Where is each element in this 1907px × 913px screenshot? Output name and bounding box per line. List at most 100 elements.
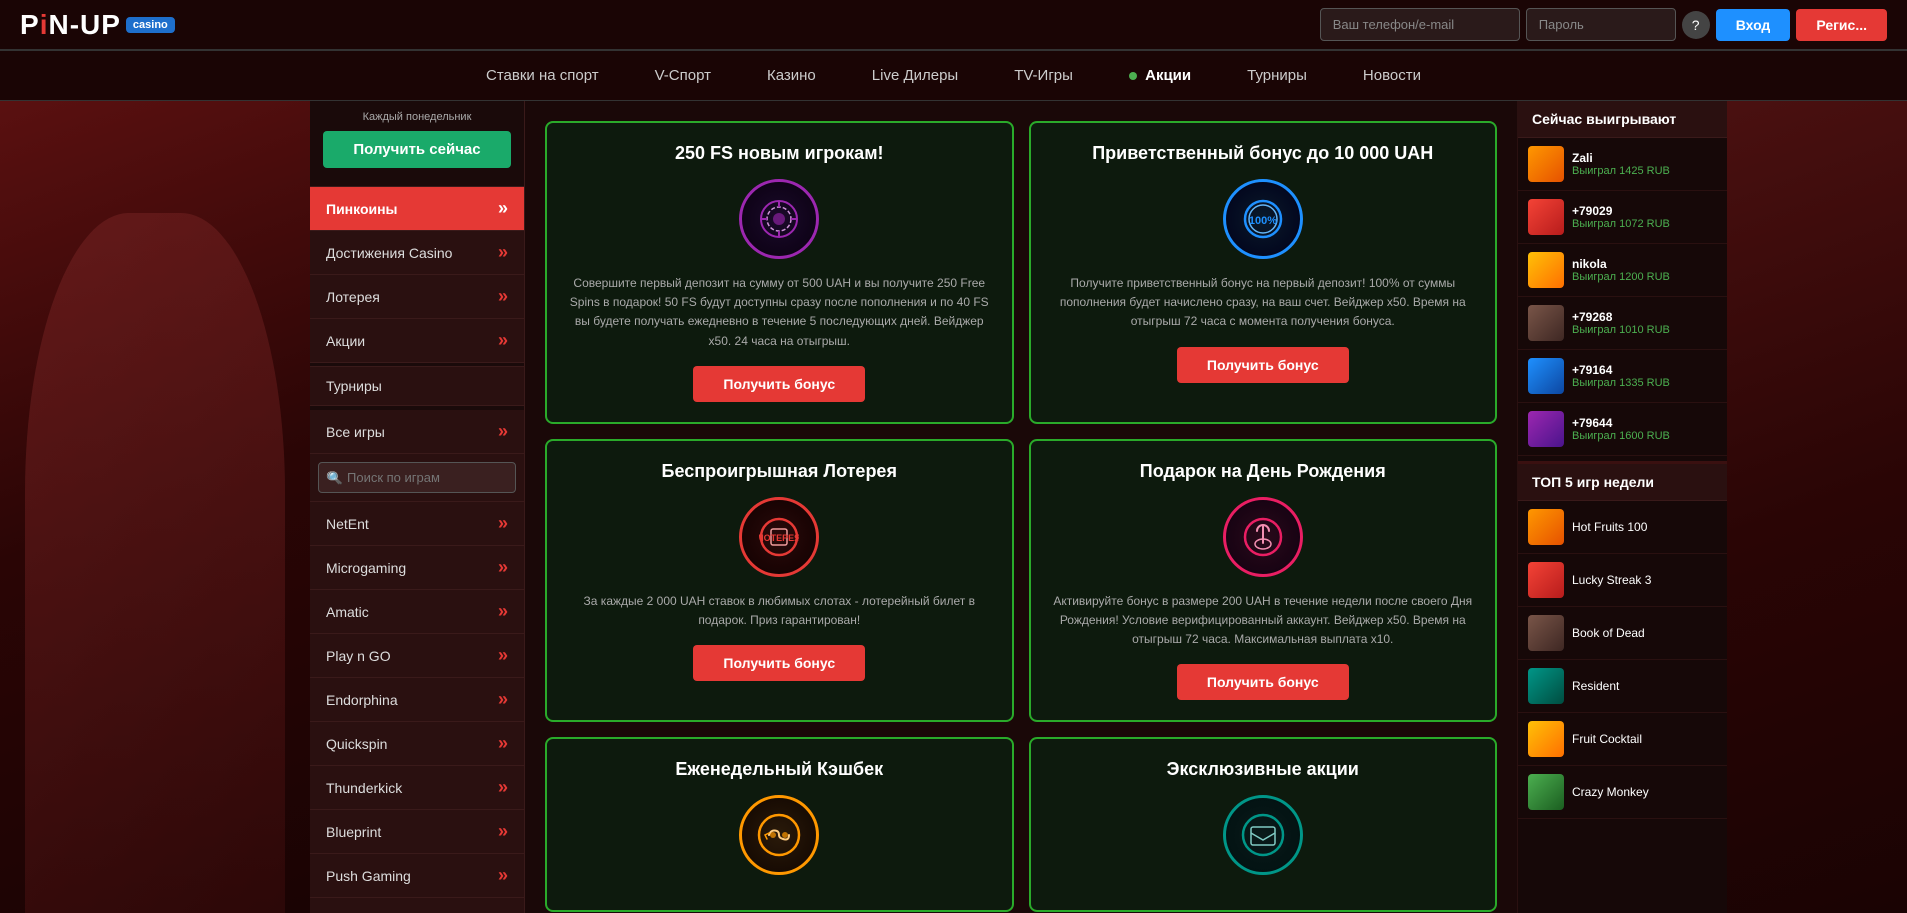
winner-amount-5: Выиграл 1600 RUB <box>1572 430 1717 442</box>
winner-item-3: +79268 Выиграл 1010 RUB <box>1518 297 1727 350</box>
top5-thumb-5 <box>1528 774 1564 810</box>
sidebar-item-tournaments[interactable]: Турниры <box>310 367 524 406</box>
sidebar-provider-amatic[interactable]: Amatic » <box>310 590 524 634</box>
header: PiN-UP casino ? Вход Регис... <box>0 0 1907 51</box>
top5-name-1: Lucky Streak 3 <box>1572 573 1651 587</box>
top5-name-3: Resident <box>1572 679 1619 693</box>
right-sidebar: Сейчас выигрывают Zali Выиграл 1425 RUB … <box>1517 101 1727 913</box>
chevron-icon: » <box>498 689 508 710</box>
winner-name-3: +79268 <box>1572 310 1717 324</box>
winners-title: Сейчас выигрывают <box>1518 101 1727 138</box>
top5-item-2[interactable]: Book of Dead <box>1518 607 1727 660</box>
winner-item-5: +79644 Выиграл 1600 RUB <box>1518 403 1727 456</box>
promo-card-exclusive: Эксклюзивные акции <box>1029 737 1498 912</box>
top5-name-2: Book of Dead <box>1572 626 1645 640</box>
winner-amount-2: Выиграл 1200 RUB <box>1572 271 1717 283</box>
header-auth: ? Вход Регис... <box>1320 8 1887 41</box>
sidebar-provider-endorphina[interactable]: Endorphina » <box>310 678 524 722</box>
sidebar-item-promo[interactable]: Акции » <box>310 319 524 363</box>
winner-amount-3: Выиграл 1010 RUB <box>1572 324 1717 336</box>
top5-item-4[interactable]: Fruit Cocktail <box>1518 713 1727 766</box>
get-bonus-button-lottery[interactable]: Получить бонус <box>693 645 865 681</box>
get-now-button[interactable]: Получить сейчас <box>323 131 510 168</box>
sidebar-provider-pushgaming[interactable]: Push Gaming » <box>310 854 524 898</box>
sidebar-banner: Каждый понедельник Получить сейчас <box>310 101 524 187</box>
sidebar-provider-quickspin[interactable]: Quickspin » <box>310 722 524 766</box>
chevron-icon: » <box>498 733 508 754</box>
sidebar-provider-blueprint[interactable]: Blueprint » <box>310 810 524 854</box>
promo-icon-250fs <box>739 179 819 259</box>
sidebar-item-all-games[interactable]: Все игры » <box>310 410 524 454</box>
top5-item-5[interactable]: Crazy Monkey <box>1518 766 1727 819</box>
sidebar-item-pincoins[interactable]: Пинкоины » <box>310 187 524 231</box>
chevron-icon: » <box>498 242 508 263</box>
get-bonus-button-birthday[interactable]: Получить бонус <box>1177 664 1349 700</box>
nav-promo[interactable]: Акции <box>1121 63 1199 88</box>
chevron-icon: » <box>498 909 508 913</box>
sidebar-provider-redtiger[interactable]: Red Tiger » <box>310 898 524 913</box>
chevron-icon: » <box>498 330 508 351</box>
login-button[interactable]: Вход <box>1716 9 1791 41</box>
chevron-icon: » <box>498 557 508 578</box>
active-dot <box>1129 72 1137 80</box>
winner-name-2: nikola <box>1572 257 1717 271</box>
winner-amount-4: Выиграл 1335 RUB <box>1572 377 1717 389</box>
main-layout: Каждый понедельник Получить сейчас Пинко… <box>0 101 1907 913</box>
chevron-icon: » <box>498 821 508 842</box>
top5-name-0: Hot Fruits 100 <box>1572 520 1647 534</box>
nav-vsport[interactable]: V-Спорт <box>647 63 719 88</box>
password-input[interactable] <box>1526 8 1676 41</box>
logo[interactable]: PiN-UP casino <box>20 9 175 41</box>
sidebar-item-achievements[interactable]: Достижения Casino » <box>310 231 524 275</box>
winner-item-0: Zali Выиграл 1425 RUB <box>1518 138 1727 191</box>
chevron-icon: » <box>498 198 508 219</box>
top5-item-0[interactable]: Hot Fruits 100 <box>1518 501 1727 554</box>
chevron-icon: » <box>498 286 508 307</box>
top5-thumb-1 <box>1528 562 1564 598</box>
nav-casino[interactable]: Казино <box>759 63 824 88</box>
get-bonus-button-250fs[interactable]: Получить бонус <box>693 366 865 402</box>
promo-title-250fs: 250 FS новым игрокам! <box>567 143 992 164</box>
winner-avatar-5 <box>1528 411 1564 447</box>
sidebar-item-lottery[interactable]: Лотерея » <box>310 275 524 319</box>
search-wrap: 🔍 <box>318 462 516 493</box>
sidebar-provider-thunderkick[interactable]: Thunderkick » <box>310 766 524 810</box>
winner-amount-0: Выиграл 1425 RUB <box>1572 165 1717 177</box>
sidebar-provider-playngo[interactable]: Play n GO » <box>310 634 524 678</box>
provider-list: NetEnt » Microgaming » Amatic » Play n G… <box>310 502 524 913</box>
nav-live[interactable]: Live Дилеры <box>864 63 966 88</box>
game-search-input[interactable] <box>318 462 516 493</box>
promo-icon-birthday <box>1223 497 1303 577</box>
nav-tv[interactable]: TV-Игры <box>1006 63 1081 88</box>
chevron-icon: » <box>498 777 508 798</box>
top5-item-1[interactable]: Lucky Streak 3 <box>1518 554 1727 607</box>
phone-email-input[interactable] <box>1320 8 1520 41</box>
promo-title-exclusive: Эксклюзивные акции <box>1051 759 1476 780</box>
sidebar-provider-microgaming[interactable]: Microgaming » <box>310 546 524 590</box>
promo-title-welcome: Приветственный бонус до 10 000 UAH <box>1051 143 1476 164</box>
help-button[interactable]: ? <box>1682 11 1710 39</box>
sidebar-provider-netent[interactable]: NetEnt » <box>310 502 524 546</box>
winner-avatar-1 <box>1528 199 1564 235</box>
top5-item-3[interactable]: Resident <box>1518 660 1727 713</box>
nav-news[interactable]: Новости <box>1355 63 1429 88</box>
chevron-icon: » <box>498 421 508 442</box>
winner-name-0: Zali <box>1572 151 1717 165</box>
promo-title-cashback: Еженедельный Кэшбек <box>567 759 992 780</box>
winner-item-4: +79164 Выиграл 1335 RUB <box>1518 350 1727 403</box>
chevron-icon: » <box>498 601 508 622</box>
nav-tournaments[interactable]: Турниры <box>1239 63 1315 88</box>
promo-icon-exclusive <box>1223 795 1303 875</box>
promo-icon-cashback <box>739 795 819 875</box>
promo-desc-birthday: Активируйте бонус в размере 200 UAH в те… <box>1051 592 1476 650</box>
winner-item-2: nikola Выиграл 1200 RUB <box>1518 244 1727 297</box>
banner-text: Каждый понедельник <box>318 111 516 123</box>
get-bonus-button-welcome[interactable]: Получить бонус <box>1177 347 1349 383</box>
nav-sports[interactable]: Ставки на спорт <box>478 63 607 88</box>
promo-title-lottery: Беспроигрышная Лотерея <box>567 461 992 482</box>
register-button[interactable]: Регис... <box>1796 9 1887 41</box>
logo-casino-badge: casino <box>126 17 175 33</box>
promo-card-welcome: Приветственный бонус до 10 000 UAH 100% … <box>1029 121 1498 424</box>
top5-thumb-3 <box>1528 668 1564 704</box>
top5-thumb-4 <box>1528 721 1564 757</box>
